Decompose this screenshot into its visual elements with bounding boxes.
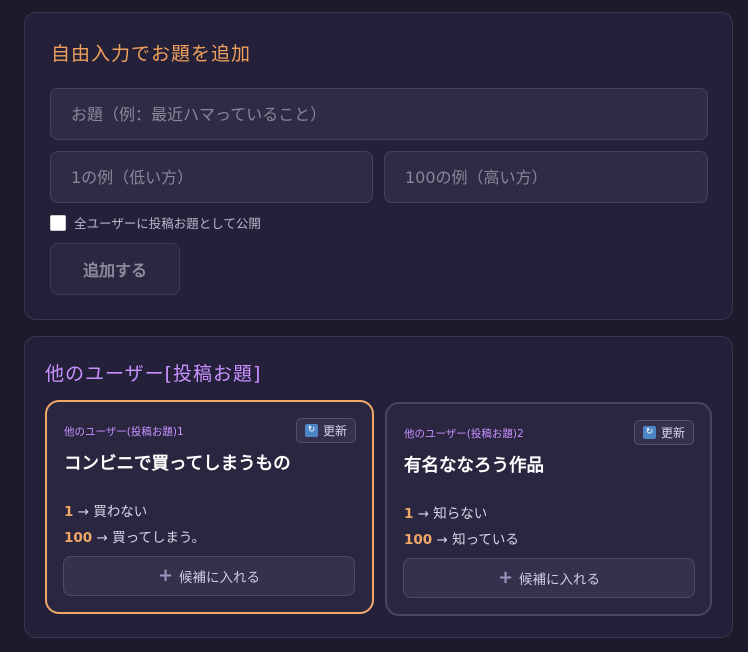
high-scale: 100 → 知っている bbox=[404, 528, 519, 548]
add-candidate-label: 候補に入れる bbox=[519, 572, 601, 588]
add-topic-button[interactable]: 追加する bbox=[50, 243, 180, 295]
refresh-icon: ↻ bbox=[642, 426, 656, 439]
refresh-icon: ↻ bbox=[304, 424, 318, 437]
low-text: → 知らない bbox=[417, 506, 488, 522]
card-title: 有名ななろう作品 bbox=[404, 456, 544, 476]
refresh-label: 更新 bbox=[322, 424, 347, 438]
topic-input[interactable] bbox=[50, 88, 708, 140]
add-candidate-label: 候補に入れる bbox=[179, 570, 261, 586]
other-users-title: 他のユーザー[投稿お題] bbox=[45, 363, 262, 385]
low-number: 1 bbox=[64, 504, 74, 520]
plus-icon: + bbox=[157, 565, 174, 586]
card-label: 他のユーザー(投稿お題)1 bbox=[64, 426, 184, 438]
card-title: コンビニで買ってしまうもの bbox=[64, 454, 291, 474]
high-text: → 買ってしまう。 bbox=[96, 530, 206, 546]
publish-label: 全ユーザーに投稿お題として公開 bbox=[74, 216, 261, 231]
high-number: 100 bbox=[404, 532, 433, 548]
add-candidate-button[interactable]: + 候補に入れる bbox=[403, 558, 695, 598]
low-scale: 1 → 知らない bbox=[404, 502, 487, 522]
high-scale: 100 → 買ってしまう。 bbox=[64, 526, 205, 546]
add-candidate-button[interactable]: + 候補に入れる bbox=[63, 556, 355, 596]
custom-topic-panel: 自由入力でお題を追加 全ユーザーに投稿お題として公開 追加する bbox=[24, 12, 733, 320]
custom-topic-title: 自由入力でお題を追加 bbox=[51, 43, 252, 65]
refresh-button[interactable]: ↻ 更新 bbox=[295, 418, 356, 443]
high-number: 100 bbox=[64, 530, 93, 546]
topic-card[interactable]: 他のユーザー(投稿お題)1 ↻ 更新 コンビニで買ってしまうもの 1 → 買わな… bbox=[45, 400, 374, 614]
refresh-label: 更新 bbox=[660, 426, 685, 440]
topic-card[interactable]: 他のユーザー(投稿お題)2 ↻ 更新 有名ななろう作品 1 → 知らない 100… bbox=[385, 402, 712, 616]
high-text: → 知っている bbox=[436, 532, 519, 548]
low-text: → 買わない bbox=[77, 504, 148, 520]
low-example-input[interactable] bbox=[50, 151, 373, 203]
other-users-panel: 他のユーザー[投稿お題] 他のユーザー(投稿お題)1 ↻ 更新 コンビニで買って… bbox=[24, 336, 733, 638]
low-scale: 1 → 買わない bbox=[64, 500, 147, 520]
publish-checkbox[interactable] bbox=[50, 214, 66, 231]
publish-option: 全ユーザーに投稿お題として公開 bbox=[50, 213, 261, 232]
card-label: 他のユーザー(投稿お題)2 bbox=[404, 428, 524, 440]
page: 自由入力でお題を追加 全ユーザーに投稿お題として公開 追加する 他のユーザー[投… bbox=[0, 0, 748, 652]
high-example-input[interactable] bbox=[384, 151, 708, 203]
low-number: 1 bbox=[404, 506, 414, 522]
plus-icon: + bbox=[497, 567, 514, 588]
refresh-button[interactable]: ↻ 更新 bbox=[633, 420, 694, 445]
